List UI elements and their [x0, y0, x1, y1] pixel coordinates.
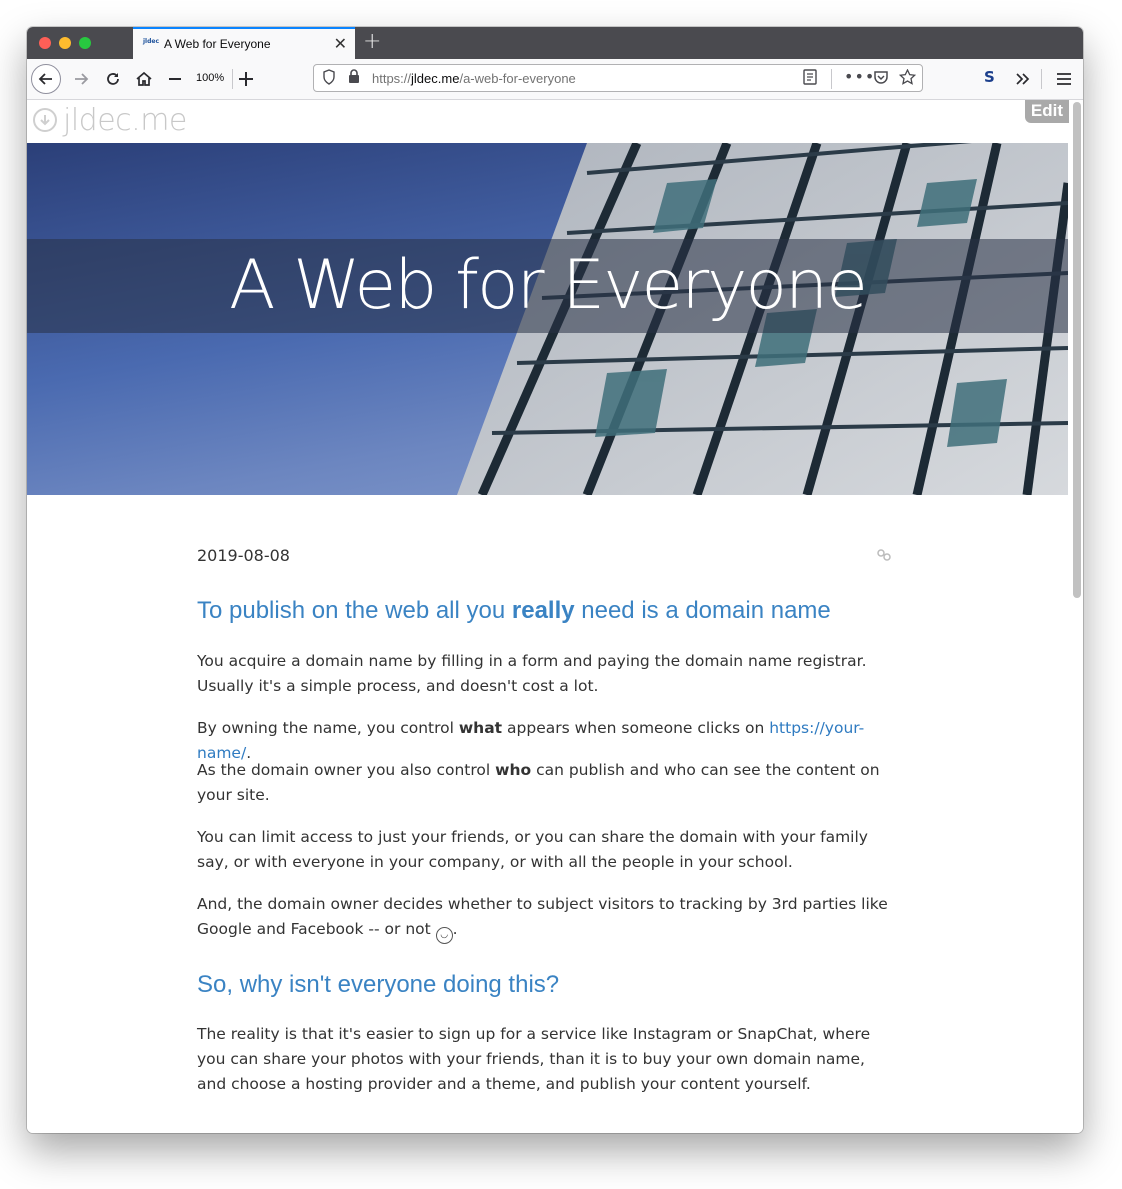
navigation-bar: 100% https://jldec.me/a-web-for-everyone…: [27, 59, 1083, 100]
permalink-icon[interactable]: [877, 549, 891, 565]
reader-view-icon[interactable]: [803, 69, 817, 89]
url-text[interactable]: https://jldec.me/a-web-for-everyone: [372, 71, 576, 86]
cookie-emoji-icon: ◡: [435, 927, 453, 944]
post-date: 2019-08-08: [197, 546, 290, 565]
page-viewport[interactable]: jldec.me Edit A Web for Everyone 2019-08…: [27, 100, 1083, 1133]
section-heading: So, why isn't everyone doing this?: [197, 971, 560, 998]
paragraph: And, the domain owner decides whether to…: [197, 892, 897, 944]
reload-button[interactable]: [101, 65, 125, 93]
separator: [1041, 69, 1042, 89]
url-bar[interactable]: https://jldec.me/a-web-for-everyone •••: [313, 64, 923, 92]
window-close-button[interactable]: [39, 37, 51, 49]
close-tab-icon[interactable]: ✕: [334, 34, 347, 53]
reload-icon: [107, 73, 119, 85]
paragraph: The reality is that it's easier to sign …: [197, 1025, 871, 1093]
section-heading: To publish on the web all you really nee…: [197, 597, 831, 624]
overflow-button[interactable]: [1011, 65, 1035, 93]
separator: [831, 69, 832, 89]
lock-icon[interactable]: [348, 69, 360, 88]
zoom-in-button[interactable]: [235, 65, 257, 93]
minus-icon: [169, 78, 181, 80]
favicon-icon: jldec: [143, 38, 160, 45]
paragraph: You acquire a domain name by filling in …: [197, 652, 867, 695]
arrow-left-icon: [38, 73, 52, 85]
paragraph: You can limit access to just your friend…: [197, 828, 868, 871]
home-button[interactable]: [131, 65, 157, 93]
tab-active[interactable]: jldec A Web for Everyone ✕: [133, 27, 355, 59]
hamburger-icon: [1057, 73, 1071, 85]
site-logo[interactable]: jldec.me: [33, 102, 187, 138]
paragraph: As the domain owner you also control who…: [197, 761, 880, 804]
menu-button[interactable]: [1053, 65, 1075, 93]
home-icon: [136, 71, 152, 86]
forward-button[interactable]: [69, 65, 93, 93]
separator: [232, 69, 233, 89]
tab-title: A Web for Everyone: [164, 37, 271, 51]
new-tab-icon[interactable]: +: [363, 29, 381, 54]
browser-window: jldec A Web for Everyone ✕ + 100% https:…: [27, 27, 1083, 1133]
arrow-right-icon: [75, 73, 89, 85]
pocket-icon[interactable]: [873, 69, 889, 89]
zoom-out-button[interactable]: [165, 65, 185, 93]
plus-icon: [239, 72, 253, 86]
more-actions-icon[interactable]: •••: [844, 67, 875, 86]
chevron-double-right-icon: [1016, 73, 1030, 85]
shield-icon[interactable]: [322, 69, 336, 89]
window-maximize-button[interactable]: [79, 37, 91, 49]
bookmark-star-icon[interactable]: [898, 68, 917, 89]
tab-strip: jldec A Web for Everyone ✕ +: [27, 27, 1083, 59]
hero-title: A Web for Everyone: [229, 246, 868, 325]
vertical-scrollbar[interactable]: [1073, 102, 1081, 598]
zoom-level[interactable]: 100%: [196, 72, 224, 84]
extension-icon[interactable]: S: [984, 68, 995, 86]
arrow-down-circle-icon: [33, 108, 57, 132]
back-button[interactable]: [31, 64, 61, 94]
site-name: jldec.me: [63, 102, 187, 138]
window-minimize-button[interactable]: [59, 37, 71, 49]
hero-banner: A Web for Everyone: [27, 143, 1068, 495]
edit-button[interactable]: Edit: [1024, 100, 1069, 123]
